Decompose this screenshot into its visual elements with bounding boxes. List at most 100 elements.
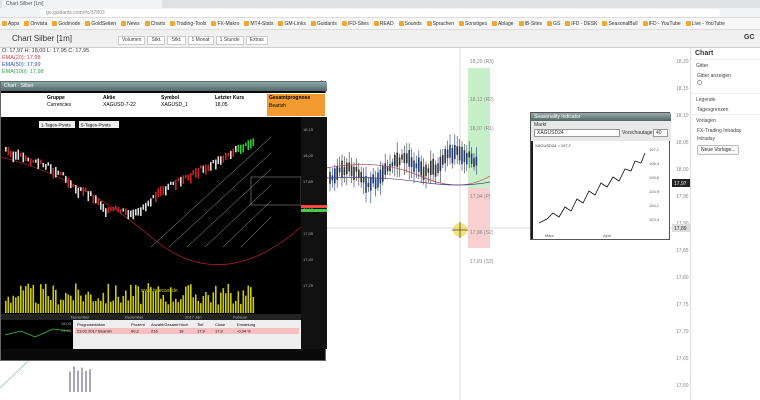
bookmark-item[interactable]: Charts	[144, 21, 165, 27]
candle	[425, 164, 427, 177]
logo-gc[interactable]: GC	[744, 34, 755, 41]
bookmark-item[interactable]: Sounds	[398, 21, 422, 27]
toolbar-button[interactable]: 1 Monat	[187, 36, 214, 45]
price-axis-label: 18,20	[676, 59, 689, 65]
volume-bar	[195, 294, 197, 313]
volume-bar	[220, 292, 222, 313]
candle	[466, 152, 468, 165]
mini-price: 17,95	[61, 328, 72, 333]
ema-line	[325, 164, 491, 186]
template-fx-intraday[interactable]: FX-Trading Intraday	[691, 127, 760, 135]
seasonality-window[interactable]: Seasonality Indicator Markt XAGUSD24 Vor…	[530, 112, 671, 240]
candle	[350, 165, 353, 177]
volume-bar	[145, 291, 147, 313]
table-header: Hoch	[179, 322, 188, 327]
volume-bar	[235, 300, 237, 313]
toolbar-button[interactable]: Stkt.	[147, 36, 166, 45]
candle	[348, 162, 350, 172]
toolbar-button[interactable]: Stkt.	[167, 36, 186, 45]
folder-icon	[685, 21, 691, 26]
seasonality-line	[538, 152, 646, 224]
table-header: Prognosedatum	[77, 322, 106, 327]
volume-bar	[97, 298, 100, 313]
month-axis	[1, 314, 301, 320]
chart-legend: O: 17,97 H: 18,00 L: 17,95 C: 17,95 EMA(2…	[2, 48, 89, 76]
bookmark-item[interactable]: News	[121, 21, 140, 27]
bookmark-item[interactable]: SeasonalBull	[602, 21, 638, 27]
toolbar-button[interactable]: 1 Stunde	[215, 36, 244, 45]
candle	[406, 153, 408, 164]
grid-toggle[interactable]	[697, 80, 702, 85]
bookmark-item[interactable]: GoldSeiten	[85, 21, 116, 27]
bookmark-item[interactable]: GM-Links	[278, 21, 306, 27]
days-input[interactable]: 40	[653, 129, 668, 137]
forecast-chart[interactable]: 1-Tages-Pivots 5-Tages-Pivotswww.forecast…	[1, 117, 301, 349]
bookmark-label: GoldSeiten	[91, 20, 117, 27]
market-select[interactable]: XAGUSD24	[534, 129, 620, 137]
volume-bar	[252, 297, 255, 313]
month-label: November	[71, 315, 90, 320]
val-forecast: Bearish	[269, 103, 286, 109]
toolbar-button[interactable]: Extras	[245, 36, 268, 45]
bookmark-item[interactable]: GS	[547, 21, 560, 27]
forecast-candle	[137, 208, 140, 216]
current-price: 17,97	[674, 181, 687, 187]
val-symbol: XAGUSD_1	[161, 102, 188, 108]
seasonality-titlebar[interactable]: Seasonality Indicator	[531, 113, 671, 121]
bookmark-item[interactable]: FX-Makro	[211, 21, 239, 27]
volume-bar	[125, 290, 127, 313]
forecast-window[interactable]: Chart · Silber Gruppe Aktie Symbol Letzt…	[0, 81, 327, 361]
bookmark-item[interactable]: Trading-Tools	[170, 21, 206, 27]
volume-bar	[60, 299, 62, 313]
seasonality-legend: XAGUSD24 = 107,7	[535, 143, 572, 148]
pivot-label: 17,94 (P)	[470, 194, 491, 200]
volume-bar	[242, 290, 245, 313]
browser-tab[interactable]: Chart Silber [1m]	[2, 0, 162, 8]
bookmark-item[interactable]: READ	[373, 21, 394, 27]
table-header: Prozent	[131, 322, 146, 327]
volume-bar	[167, 304, 170, 313]
forecast-candle	[185, 174, 187, 179]
folder-icon	[373, 21, 379, 26]
candle	[410, 157, 413, 168]
forecast-candle	[192, 170, 195, 176]
folder-icon	[518, 21, 524, 26]
bookmark-item[interactable]: IFD - DESK	[565, 21, 597, 27]
bookmark-item[interactable]: IFD-Sites	[341, 21, 369, 27]
seasonality-y-label: 106,4	[649, 161, 660, 166]
volume-bar	[215, 285, 217, 313]
window-titlebar[interactable]: Chart · Silber	[1, 82, 327, 91]
bookmark-item[interactable]: Guidants	[310, 21, 337, 27]
bookmark-item[interactable]: IB-Sites	[518, 21, 542, 27]
price-axis-label: 17,60	[676, 383, 689, 389]
new-template-button[interactable]: Neue Vorlage...	[697, 145, 740, 155]
candle	[338, 167, 341, 173]
price-axis-label: 18,05	[676, 140, 689, 146]
forecast-candle	[140, 207, 142, 217]
bookmark-item[interactable]: IFD - YouTube	[642, 21, 681, 27]
section-day-limits[interactable]: Tagesgrenzen	[691, 106, 760, 114]
forecast-candle	[212, 159, 215, 164]
forecast-candle	[95, 195, 97, 204]
bookmark-item[interactable]: Onvista	[24, 21, 47, 27]
pivot-label: 18,07 (R1)	[470, 126, 494, 132]
bookmark-item[interactable]: Live - YouTube	[685, 21, 725, 27]
template-intraday[interactable]: Intraday	[691, 135, 760, 143]
candle	[341, 160, 343, 179]
bookmark-item[interactable]: Sprachen	[426, 21, 454, 27]
bookmark-item[interactable]: Ablage	[491, 21, 514, 27]
bookmark-label: IFD - DESK	[571, 20, 598, 27]
section-legend[interactable]: Legende	[691, 93, 760, 106]
volume-bar	[75, 283, 77, 313]
bookmark-item[interactable]: Apps	[2, 21, 19, 27]
forecast-candle	[110, 207, 112, 212]
bookmark-item[interactable]: Sonstiges	[459, 21, 487, 27]
toolbar-button[interactable]: Volumen	[118, 36, 146, 45]
table-cell: 23.02.2017 Bearish	[77, 329, 112, 334]
url-field[interactable]: go.guidants.com/#c/37803	[40, 9, 720, 17]
bookmark-label: Apps	[8, 20, 20, 27]
folder-icon	[244, 21, 250, 26]
bookmark-item[interactable]: MT4-Stats	[244, 21, 273, 27]
candle	[470, 153, 473, 164]
bookmark-item[interactable]: Godmode	[52, 21, 80, 27]
